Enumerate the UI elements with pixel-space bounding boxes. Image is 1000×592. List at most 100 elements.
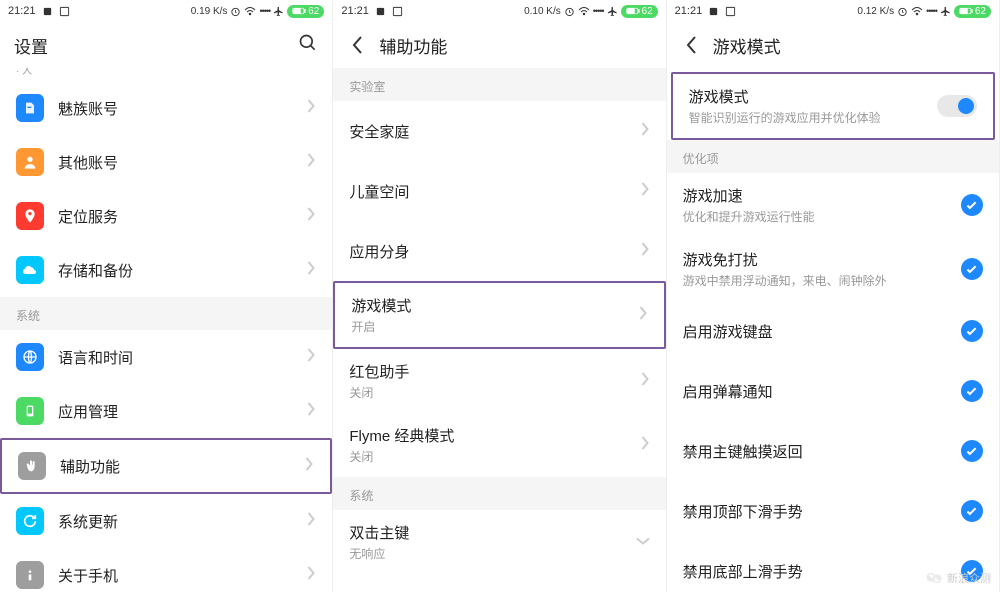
section-system: 系统	[0, 297, 332, 330]
accessibility-list: 实验室 安全家庭 儿童空间 应用分身 游戏模式 开启 红包助手 关闭	[333, 68, 665, 592]
notification-icon-2	[725, 6, 736, 17]
row-location[interactable]: 定位服务	[0, 189, 332, 243]
chevron-right-icon	[641, 122, 650, 141]
row-double-tap-home[interactable]: 双击主键 无响应	[333, 510, 665, 574]
chevron-right-icon	[307, 348, 316, 367]
toggle-switch[interactable]	[937, 95, 977, 117]
row-game-dnd[interactable]: 游戏免打扰 游戏中禁用浮动通知，来电、闹钟除外	[667, 237, 999, 301]
chevron-right-icon	[307, 153, 316, 172]
section-system: 系统	[333, 477, 665, 510]
row-game-mode-toggle[interactable]: 游戏模式 智能识别运行的游戏应用并优化体验	[671, 72, 995, 140]
chevron-right-icon	[641, 182, 650, 201]
notification-icon	[375, 6, 386, 17]
status-bar: 21:21 0.12 K/s ••••• 62	[667, 0, 999, 22]
chevron-right-icon	[307, 512, 316, 531]
section-optimize: 优化项	[667, 140, 999, 173]
row-label: 存储和备份	[58, 260, 307, 281]
checkmark-icon[interactable]	[961, 500, 983, 522]
apps-icon	[16, 397, 44, 425]
row-apps[interactable]: 应用管理	[0, 384, 332, 438]
back-button[interactable]	[347, 34, 369, 56]
row-label: 其他账号	[58, 152, 307, 173]
chevron-down-icon	[636, 533, 650, 551]
row-game-mode[interactable]: 游戏模式 开启	[333, 281, 665, 349]
row-sublabel: 关闭	[349, 448, 640, 465]
row-about[interactable]: 关于手机	[0, 548, 332, 592]
row-sublabel: 优化和提升游戏运行性能	[683, 208, 961, 225]
chevron-right-icon	[639, 306, 648, 325]
row-game-accel[interactable]: 游戏加速 优化和提升游戏运行性能	[667, 173, 999, 237]
row-disable-top-swipe[interactable]: 禁用顶部下滑手势	[667, 481, 999, 541]
header: 辅助功能	[333, 22, 665, 68]
chevron-right-icon	[641, 242, 650, 261]
chevron-right-icon	[307, 402, 316, 421]
row-label: 定位服务	[58, 206, 307, 227]
row-label: 辅助功能	[60, 456, 305, 477]
row-danmaku-notify[interactable]: 启用弹幕通知	[667, 361, 999, 421]
row-label: 游戏加速	[683, 185, 961, 206]
refresh-icon	[16, 507, 44, 535]
chevron-right-icon	[641, 436, 650, 455]
row-label: 禁用顶部下滑手势	[683, 501, 961, 522]
chevron-right-icon	[307, 566, 316, 585]
row-meizu-account[interactable]: 魅族账号	[0, 81, 332, 135]
row-children-space[interactable]: 儿童空间	[333, 161, 665, 221]
account-icon	[16, 94, 44, 122]
truncated-section: · 人	[0, 68, 332, 81]
row-label: 系统更新	[58, 511, 307, 532]
row-other-account[interactable]: 其他账号	[0, 135, 332, 189]
row-label: 游戏模式	[689, 86, 937, 107]
back-button[interactable]	[681, 34, 703, 56]
chevron-right-icon	[307, 207, 316, 226]
airplane-icon	[607, 6, 618, 17]
cloud-icon	[16, 256, 44, 284]
globe-icon	[16, 343, 44, 371]
row-label: 安全家庭	[349, 121, 640, 142]
row-disable-home-touch-back[interactable]: 禁用主键触摸返回	[667, 421, 999, 481]
search-icon[interactable]	[298, 33, 318, 58]
row-app-clone[interactable]: 应用分身	[333, 221, 665, 281]
row-storage[interactable]: 存储和备份	[0, 243, 332, 297]
row-label: Flyme 经典模式	[349, 425, 640, 446]
location-icon	[16, 202, 44, 230]
wifi-icon	[578, 6, 590, 16]
screen-settings: 21:21 0.19 K/s ••••• 62 设置 · 人 魅族账号 其他账号	[0, 0, 333, 592]
row-label: 游戏免打扰	[683, 249, 961, 270]
row-label: 儿童空间	[349, 181, 640, 202]
row-label: 禁用主键触摸返回	[683, 441, 961, 462]
row-safe-family[interactable]: 安全家庭	[333, 101, 665, 161]
notification-icon	[42, 6, 53, 17]
chevron-right-icon	[641, 372, 650, 391]
alarm-icon	[897, 6, 908, 17]
checkmark-icon[interactable]	[961, 258, 983, 280]
row-redpacket[interactable]: 红包助手 关闭	[333, 349, 665, 413]
checkmark-icon[interactable]	[961, 320, 983, 342]
checkmark-icon[interactable]	[961, 440, 983, 462]
row-accessibility[interactable]: 辅助功能	[0, 438, 332, 494]
row-game-keyboard[interactable]: 启用游戏键盘	[667, 301, 999, 361]
network-speed: 0.10 K/s	[524, 6, 561, 17]
status-time: 21:21	[341, 5, 369, 17]
network-speed: 0.12 K/s	[857, 6, 894, 17]
chevron-right-icon	[307, 261, 316, 280]
row-flyme-classic[interactable]: Flyme 经典模式 关闭	[333, 413, 665, 477]
row-update[interactable]: 系统更新	[0, 494, 332, 548]
signal-icon: •••••	[593, 6, 604, 16]
row-label: 启用弹幕通知	[683, 381, 961, 402]
row-sublabel: 关闭	[349, 384, 640, 401]
hand-icon	[18, 452, 46, 480]
checkmark-icon[interactable]	[961, 380, 983, 402]
row-label: 应用分身	[349, 241, 640, 262]
checkmark-icon[interactable]	[961, 194, 983, 216]
settings-list: · 人 魅族账号 其他账号 定位服务 存储和备份 系统 语言和时间	[0, 68, 332, 592]
row-label: 启用游戏键盘	[683, 321, 961, 342]
row-label: 禁用底部上滑手势	[683, 561, 961, 582]
signal-icon: •••••	[259, 6, 270, 16]
row-language[interactable]: 语言和时间	[0, 330, 332, 384]
game-mode-list: 游戏模式 智能识别运行的游戏应用并优化体验 优化项 游戏加速 优化和提升游戏运行…	[667, 68, 999, 592]
row-label: 游戏模式	[351, 295, 638, 316]
notification-icon-2	[59, 6, 70, 17]
row-sublabel: 无响应	[349, 545, 635, 562]
section-lab: 实验室	[333, 68, 665, 101]
row-label: 魅族账号	[58, 98, 307, 119]
